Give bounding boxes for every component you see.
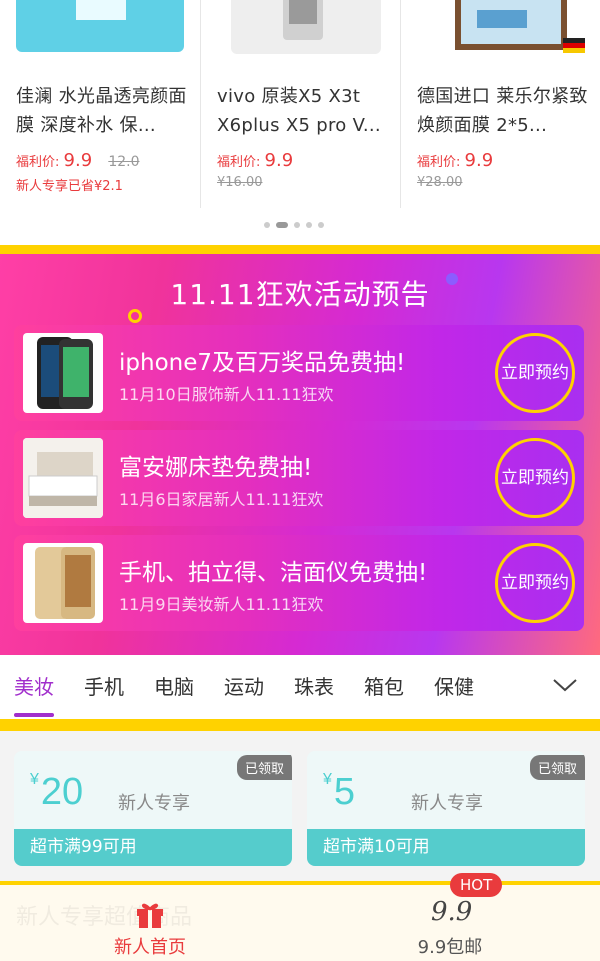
product-image	[217, 0, 385, 62]
coupon-condition: 超市满10可用	[307, 829, 585, 866]
coupon-section: ¥20 新人专享 已领取 超市满99可用 ¥5 新人专享 已领取 超市满10可用	[0, 731, 600, 881]
carousel-dot[interactable]	[306, 222, 312, 228]
nav-home[interactable]: 新人首页	[0, 885, 300, 961]
product-price: 福利价: 9.9 12.0	[16, 150, 139, 171]
category-tabs: 美妆 手机 电脑 运动 珠表 箱包 保健	[0, 655, 600, 719]
tab-health[interactable]: 保健	[434, 655, 474, 719]
divider-band	[0, 245, 600, 254]
price-value: 9.9	[464, 150, 494, 171]
coupon-card[interactable]: ¥20 新人专享 已领取 超市满99可用	[14, 751, 292, 866]
phone-thumbnail	[23, 543, 103, 623]
promo-card-subtitle: 11月6日家居新人11.11狂欢	[119, 490, 324, 509]
tab-sports[interactable]: 运动	[224, 655, 264, 719]
product-title: 德国进口 莱乐尔紧致焕颜面膜 2*5...	[417, 86, 588, 136]
original-price: ¥16.00	[217, 175, 263, 190]
price-value: 9.9	[264, 150, 294, 171]
claimed-badge: 已领取	[236, 755, 292, 780]
saved-amount: 新人专享已省¥2.1	[16, 179, 123, 194]
product-card[interactable]: 佳澜 水光晶透亮颜面膜 深度补水 保... 福利价: 9.9 12.0 新人专享…	[0, 0, 200, 208]
product-card[interactable]: 德国进口 莱乐尔紧致焕颜面膜 2*5... 福利价: 9.9 ¥28.00	[400, 0, 600, 208]
coupon-value: 20	[40, 771, 84, 813]
coupon-card[interactable]: ¥5 新人专享 已领取 超市满10可用	[307, 751, 585, 866]
promo-card-subtitle: 11月9日美妆新人11.11狂欢	[119, 595, 324, 614]
nav-home-label: 新人首页	[114, 937, 186, 958]
coupon-amount: ¥20	[30, 771, 83, 814]
currency-symbol: ¥	[30, 771, 39, 788]
reserve-button[interactable]: 立即预约	[495, 333, 575, 413]
coupon-condition: 超市满99可用	[14, 829, 292, 866]
original-price: ¥28.00	[417, 175, 463, 190]
promo-card[interactable]: 手机、拍立得、洁面仪免费抽! 11月9日美妆新人11.11狂欢 立即预约	[14, 535, 584, 631]
tab-bags[interactable]: 箱包	[364, 655, 404, 719]
mattress-thumbnail	[23, 438, 103, 518]
bottom-nav: 新人专享超值商品 新人首页 HOT 9.9 9.9包邮	[0, 873, 600, 961]
tab-computers[interactable]: 电脑	[154, 655, 194, 719]
promo-card-subtitle: 11月10日服饰新人11.11狂欢	[119, 385, 334, 404]
price-label: 福利价:	[417, 155, 461, 170]
promo-card-title: iphone7及百万奖品免费抽!	[119, 350, 406, 376]
tab-beauty[interactable]: 美妆	[14, 655, 54, 719]
iphone-thumbnail	[23, 333, 103, 413]
coupon-tag: 新人专享	[118, 793, 190, 814]
reserve-button[interactable]: 立即预约	[495, 438, 575, 518]
coupon-tag: 新人专享	[411, 793, 483, 814]
coupon-amount: ¥5	[323, 771, 355, 814]
product-image	[417, 0, 585, 62]
product-price: 福利价: 9.9	[217, 150, 293, 171]
divider-band	[0, 719, 600, 731]
carousel-dot[interactable]	[294, 222, 300, 228]
carousel-dot-active[interactable]	[276, 222, 288, 228]
gift-icon	[135, 899, 165, 933]
claimed-badge: 已领取	[529, 755, 585, 780]
reserve-button[interactable]: 立即预约	[495, 543, 575, 623]
nav-free-shipping-label: 9.9包邮	[417, 937, 483, 958]
price-label: 福利价:	[217, 155, 261, 170]
promo-title: 11.11狂欢活动预告	[170, 278, 430, 311]
carousel-dot[interactable]	[264, 222, 270, 228]
chevron-down-icon[interactable]	[552, 677, 578, 697]
product-card[interactable]: vivo 原装X5 X3t X6plus X5 pro V... 福利价: 9.…	[200, 0, 400, 208]
coupon-value: 5	[333, 771, 356, 813]
price-value: 9.9	[63, 150, 93, 171]
promo-banner: 11.11狂欢活动预告 iphone7及百万奖品免费抽! 11月10日服饰新人1…	[0, 245, 600, 655]
promo-card-title: 富安娜床垫免费抽!	[119, 455, 313, 481]
original-price: 12.0	[108, 154, 140, 170]
carousel-dot[interactable]	[318, 222, 324, 228]
promo-card[interactable]: 富安娜床垫免费抽! 11月6日家居新人11.11狂欢 立即预约	[14, 430, 584, 526]
tab-jewelry[interactable]: 珠表	[294, 655, 334, 719]
promo-card[interactable]: iphone7及百万奖品免费抽! 11月10日服饰新人11.11狂欢 立即预约	[14, 325, 584, 421]
product-title: vivo 原装X5 X3t X6plus X5 pro V...	[217, 86, 381, 136]
currency-symbol: ¥	[323, 771, 332, 788]
product-image	[16, 0, 184, 62]
hot-badge: HOT	[450, 873, 503, 897]
product-price: 福利价: 9.9	[417, 150, 493, 171]
price-label: 福利价:	[16, 155, 60, 170]
nine-nine-icon: 9.9	[431, 897, 473, 927]
promo-card-title: 手机、拍立得、洁面仪免费抽!	[119, 560, 428, 586]
product-strip: 佳澜 水光晶透亮颜面膜 深度补水 保... 福利价: 9.9 12.0 新人专享…	[0, 0, 600, 245]
nav-free-shipping[interactable]: HOT 9.9 9.9包邮	[300, 873, 600, 961]
tab-phones[interactable]: 手机	[84, 655, 124, 719]
carousel-indicator	[264, 222, 324, 228]
product-title: 佳澜 水光晶透亮颜面膜 深度补水 保...	[16, 86, 187, 136]
